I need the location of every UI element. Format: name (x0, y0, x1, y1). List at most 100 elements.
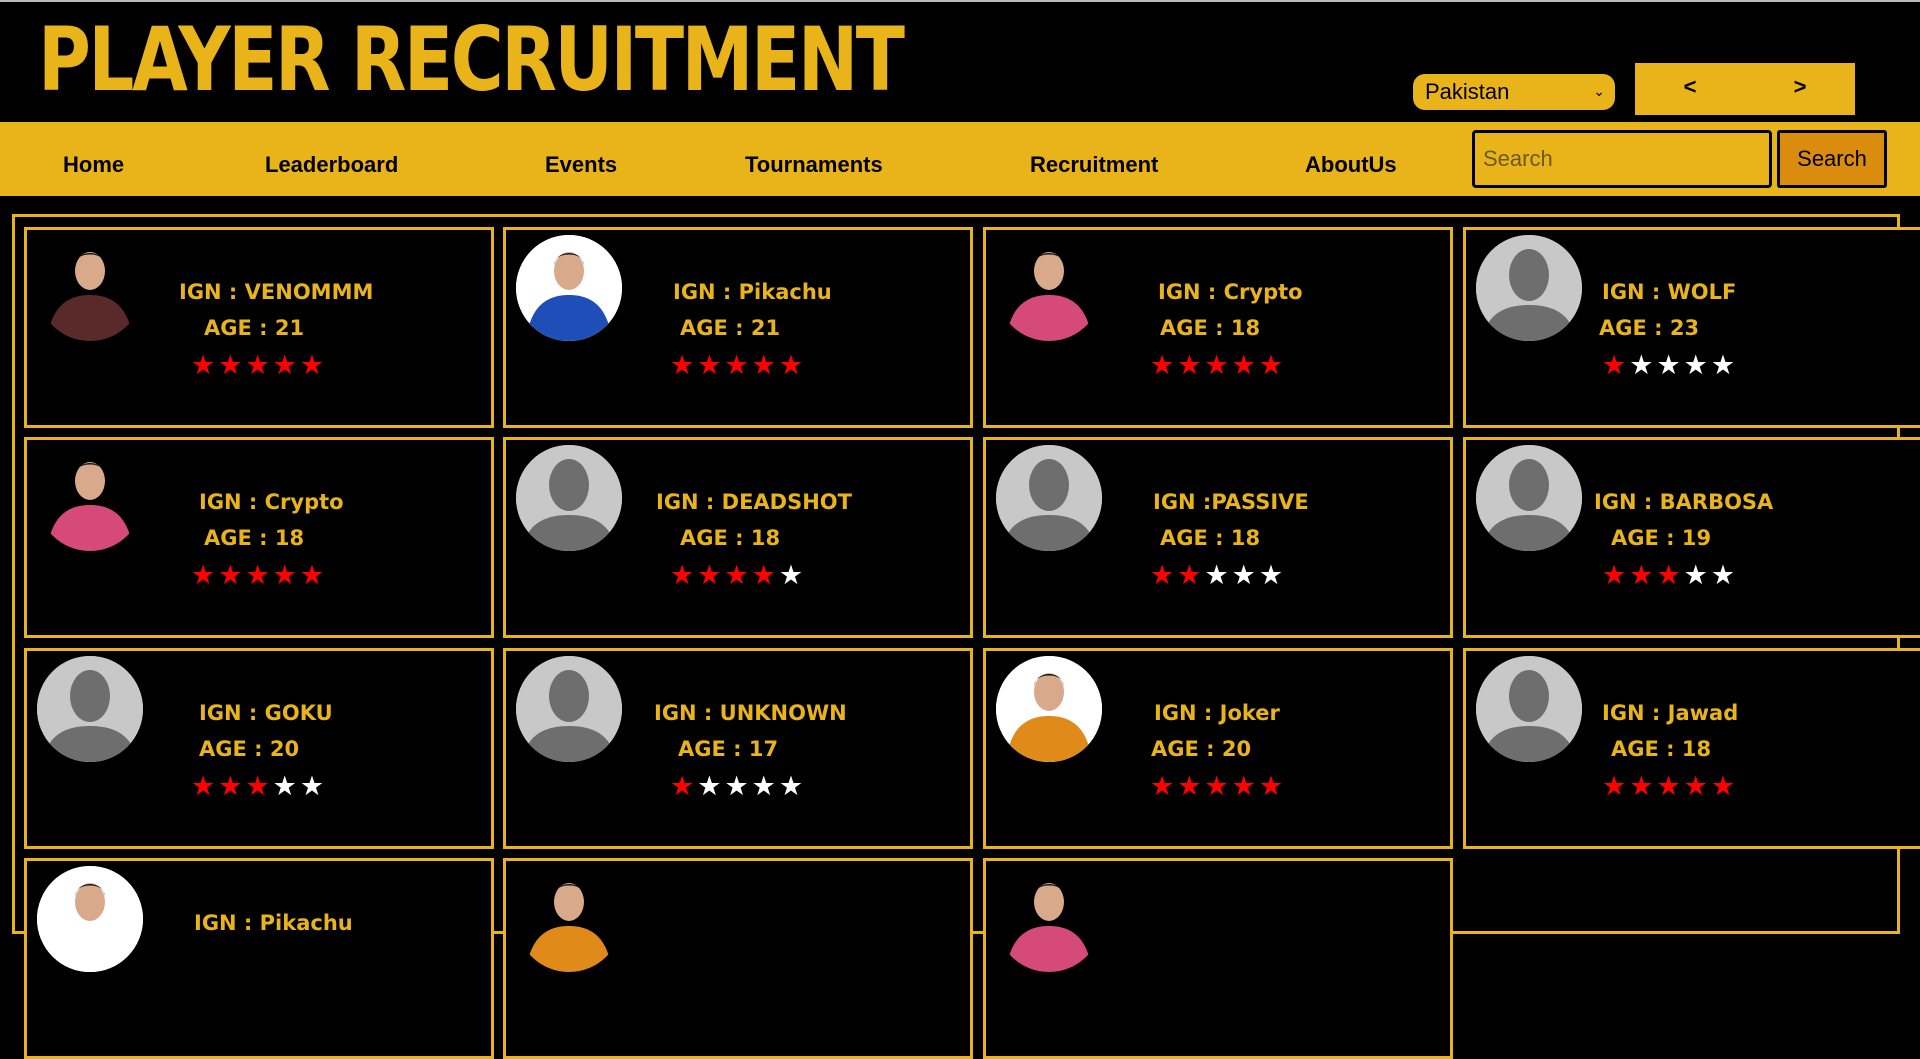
star-filled-icon: ★ (1656, 560, 1681, 590)
star-filled-icon: ★ (751, 350, 776, 380)
star-empty-icon: ★ (1710, 350, 1736, 380)
star-empty-icon: ★ (1683, 560, 1708, 590)
country-select[interactable]: Pakistan ⌄ (1413, 74, 1615, 110)
player-ign: IGN : UNKNOWN (654, 701, 847, 725)
star-filled-icon: ★ (1150, 350, 1175, 380)
site-header: PLAYER RECRUITMENT Pakistan ⌄ < > (0, 0, 1920, 122)
player-ign: IGN : Crypto (199, 490, 344, 514)
player-rating: ★ ★ ★ ★ ★ (1602, 560, 1735, 590)
player-card[interactable] (503, 858, 973, 1059)
star-filled-icon: ★ (1683, 771, 1708, 801)
player-card[interactable]: IGN : Pikachu AGE : 21 ★ ★ ★ ★ ★ (503, 227, 973, 428)
star-filled-icon: ★ (191, 350, 216, 380)
star-filled-icon: ★ (1710, 771, 1736, 801)
player-avatar (37, 235, 143, 341)
player-avatar (996, 445, 1102, 551)
search-input[interactable]: Search (1472, 130, 1772, 188)
nav-leaderboard[interactable]: Leaderboard (265, 152, 398, 178)
nav-recruitment[interactable]: Recruitment (1030, 152, 1158, 178)
star-empty-icon: ★ (751, 771, 776, 801)
search-button[interactable]: Search (1777, 130, 1887, 188)
player-avatar (516, 235, 622, 341)
player-rating: ★ ★ ★ ★ ★ (191, 350, 324, 380)
star-filled-icon: ★ (245, 350, 270, 380)
player-ign: IGN : Jawad (1602, 701, 1739, 725)
star-empty-icon: ★ (272, 771, 297, 801)
nav-home[interactable]: Home (63, 152, 124, 178)
player-avatar (996, 235, 1102, 341)
player-card[interactable]: IGN : BARBOSA AGE : 19 ★ ★ ★ ★ ★ (1463, 437, 1920, 638)
star-empty-icon: ★ (299, 771, 325, 801)
nav-aboutus[interactable]: AboutUs (1305, 152, 1397, 178)
player-card[interactable]: IGN : GOKU AGE : 20 ★ ★ ★ ★ ★ (24, 648, 494, 849)
star-filled-icon: ★ (1231, 350, 1256, 380)
star-empty-icon: ★ (1656, 350, 1681, 380)
player-ign: IGN : BARBOSA (1594, 490, 1774, 514)
star-filled-icon: ★ (1177, 560, 1202, 590)
player-avatar (37, 445, 143, 551)
player-ign: IGN : WOLF (1602, 280, 1737, 304)
player-card[interactable]: IGN : Pikachu (24, 858, 494, 1059)
player-rating: ★ ★ ★ ★ ★ (1602, 771, 1735, 801)
player-ign: IGN : GOKU (199, 701, 333, 725)
player-rating: ★ ★ ★ ★ ★ (670, 350, 803, 380)
nav-events[interactable]: Events (545, 152, 617, 178)
star-empty-icon: ★ (1231, 560, 1256, 590)
star-filled-icon: ★ (1150, 771, 1175, 801)
player-avatar (996, 656, 1102, 762)
star-filled-icon: ★ (1629, 771, 1654, 801)
player-age: AGE : 18 (680, 526, 781, 550)
player-age: AGE : 20 (1151, 737, 1252, 761)
player-ign: IGN : Joker (1154, 701, 1280, 725)
prev-button[interactable]: < (1635, 63, 1745, 115)
star-filled-icon: ★ (724, 350, 749, 380)
player-card[interactable]: IGN : WOLF AGE : 23 ★ ★ ★ ★ ★ (1463, 227, 1920, 428)
star-filled-icon: ★ (697, 350, 722, 380)
chevron-down-icon: ⌄ (1593, 83, 1605, 99)
star-filled-icon: ★ (1204, 771, 1229, 801)
star-filled-icon: ★ (670, 771, 695, 801)
player-rating: ★ ★ ★ ★ ★ (670, 771, 803, 801)
star-filled-icon: ★ (299, 560, 325, 590)
player-rating: ★ ★ ★ ★ ★ (191, 771, 324, 801)
player-rating: ★ ★ ★ ★ ★ (1150, 350, 1283, 380)
star-filled-icon: ★ (272, 560, 297, 590)
player-ign: IGN : Pikachu (673, 280, 832, 304)
player-card[interactable]: IGN :PASSIVE AGE : 18 ★ ★ ★ ★ ★ (983, 437, 1453, 638)
player-card[interactable]: IGN : Joker AGE : 20 ★ ★ ★ ★ ★ (983, 648, 1453, 849)
star-filled-icon: ★ (218, 771, 243, 801)
player-avatar (516, 866, 622, 972)
star-empty-icon: ★ (1204, 560, 1229, 590)
player-card[interactable] (983, 858, 1453, 1059)
player-age: AGE : 17 (678, 737, 779, 761)
search-placeholder: Search (1483, 146, 1553, 171)
player-avatar (516, 445, 622, 551)
nav-tournaments[interactable]: Tournaments (745, 152, 883, 178)
star-filled-icon: ★ (751, 560, 776, 590)
player-card[interactable]: IGN : UNKNOWN AGE : 17 ★ ★ ★ ★ ★ (503, 648, 973, 849)
player-age: AGE : 18 (1160, 316, 1261, 340)
player-age: AGE : 18 (1160, 526, 1261, 550)
player-avatar (1476, 656, 1582, 762)
star-filled-icon: ★ (245, 560, 270, 590)
star-filled-icon: ★ (697, 560, 722, 590)
next-button[interactable]: > (1745, 63, 1855, 115)
star-filled-icon: ★ (1150, 560, 1175, 590)
star-filled-icon: ★ (191, 560, 216, 590)
player-card[interactable]: IGN : Crypto AGE : 18 ★ ★ ★ ★ ★ (983, 227, 1453, 428)
player-card[interactable]: IGN : Crypto AGE : 18 ★ ★ ★ ★ ★ (24, 437, 494, 638)
star-filled-icon: ★ (1602, 771, 1627, 801)
player-card[interactable]: IGN : Jawad AGE : 18 ★ ★ ★ ★ ★ (1463, 648, 1920, 849)
star-filled-icon: ★ (245, 771, 270, 801)
star-filled-icon: ★ (1602, 350, 1627, 380)
player-age: AGE : 18 (204, 526, 305, 550)
star-filled-icon: ★ (1656, 771, 1681, 801)
player-card[interactable]: IGN : VENOMMM AGE : 21 ★ ★ ★ ★ ★ (24, 227, 494, 428)
player-rating: ★ ★ ★ ★ ★ (1602, 350, 1735, 380)
player-avatar (37, 656, 143, 762)
star-filled-icon: ★ (191, 771, 216, 801)
player-card[interactable]: IGN : DEADSHOT AGE : 18 ★ ★ ★ ★ ★ (503, 437, 973, 638)
player-avatar (37, 866, 143, 972)
player-ign: IGN : Pikachu (194, 911, 353, 935)
player-age: AGE : 21 (204, 316, 305, 340)
